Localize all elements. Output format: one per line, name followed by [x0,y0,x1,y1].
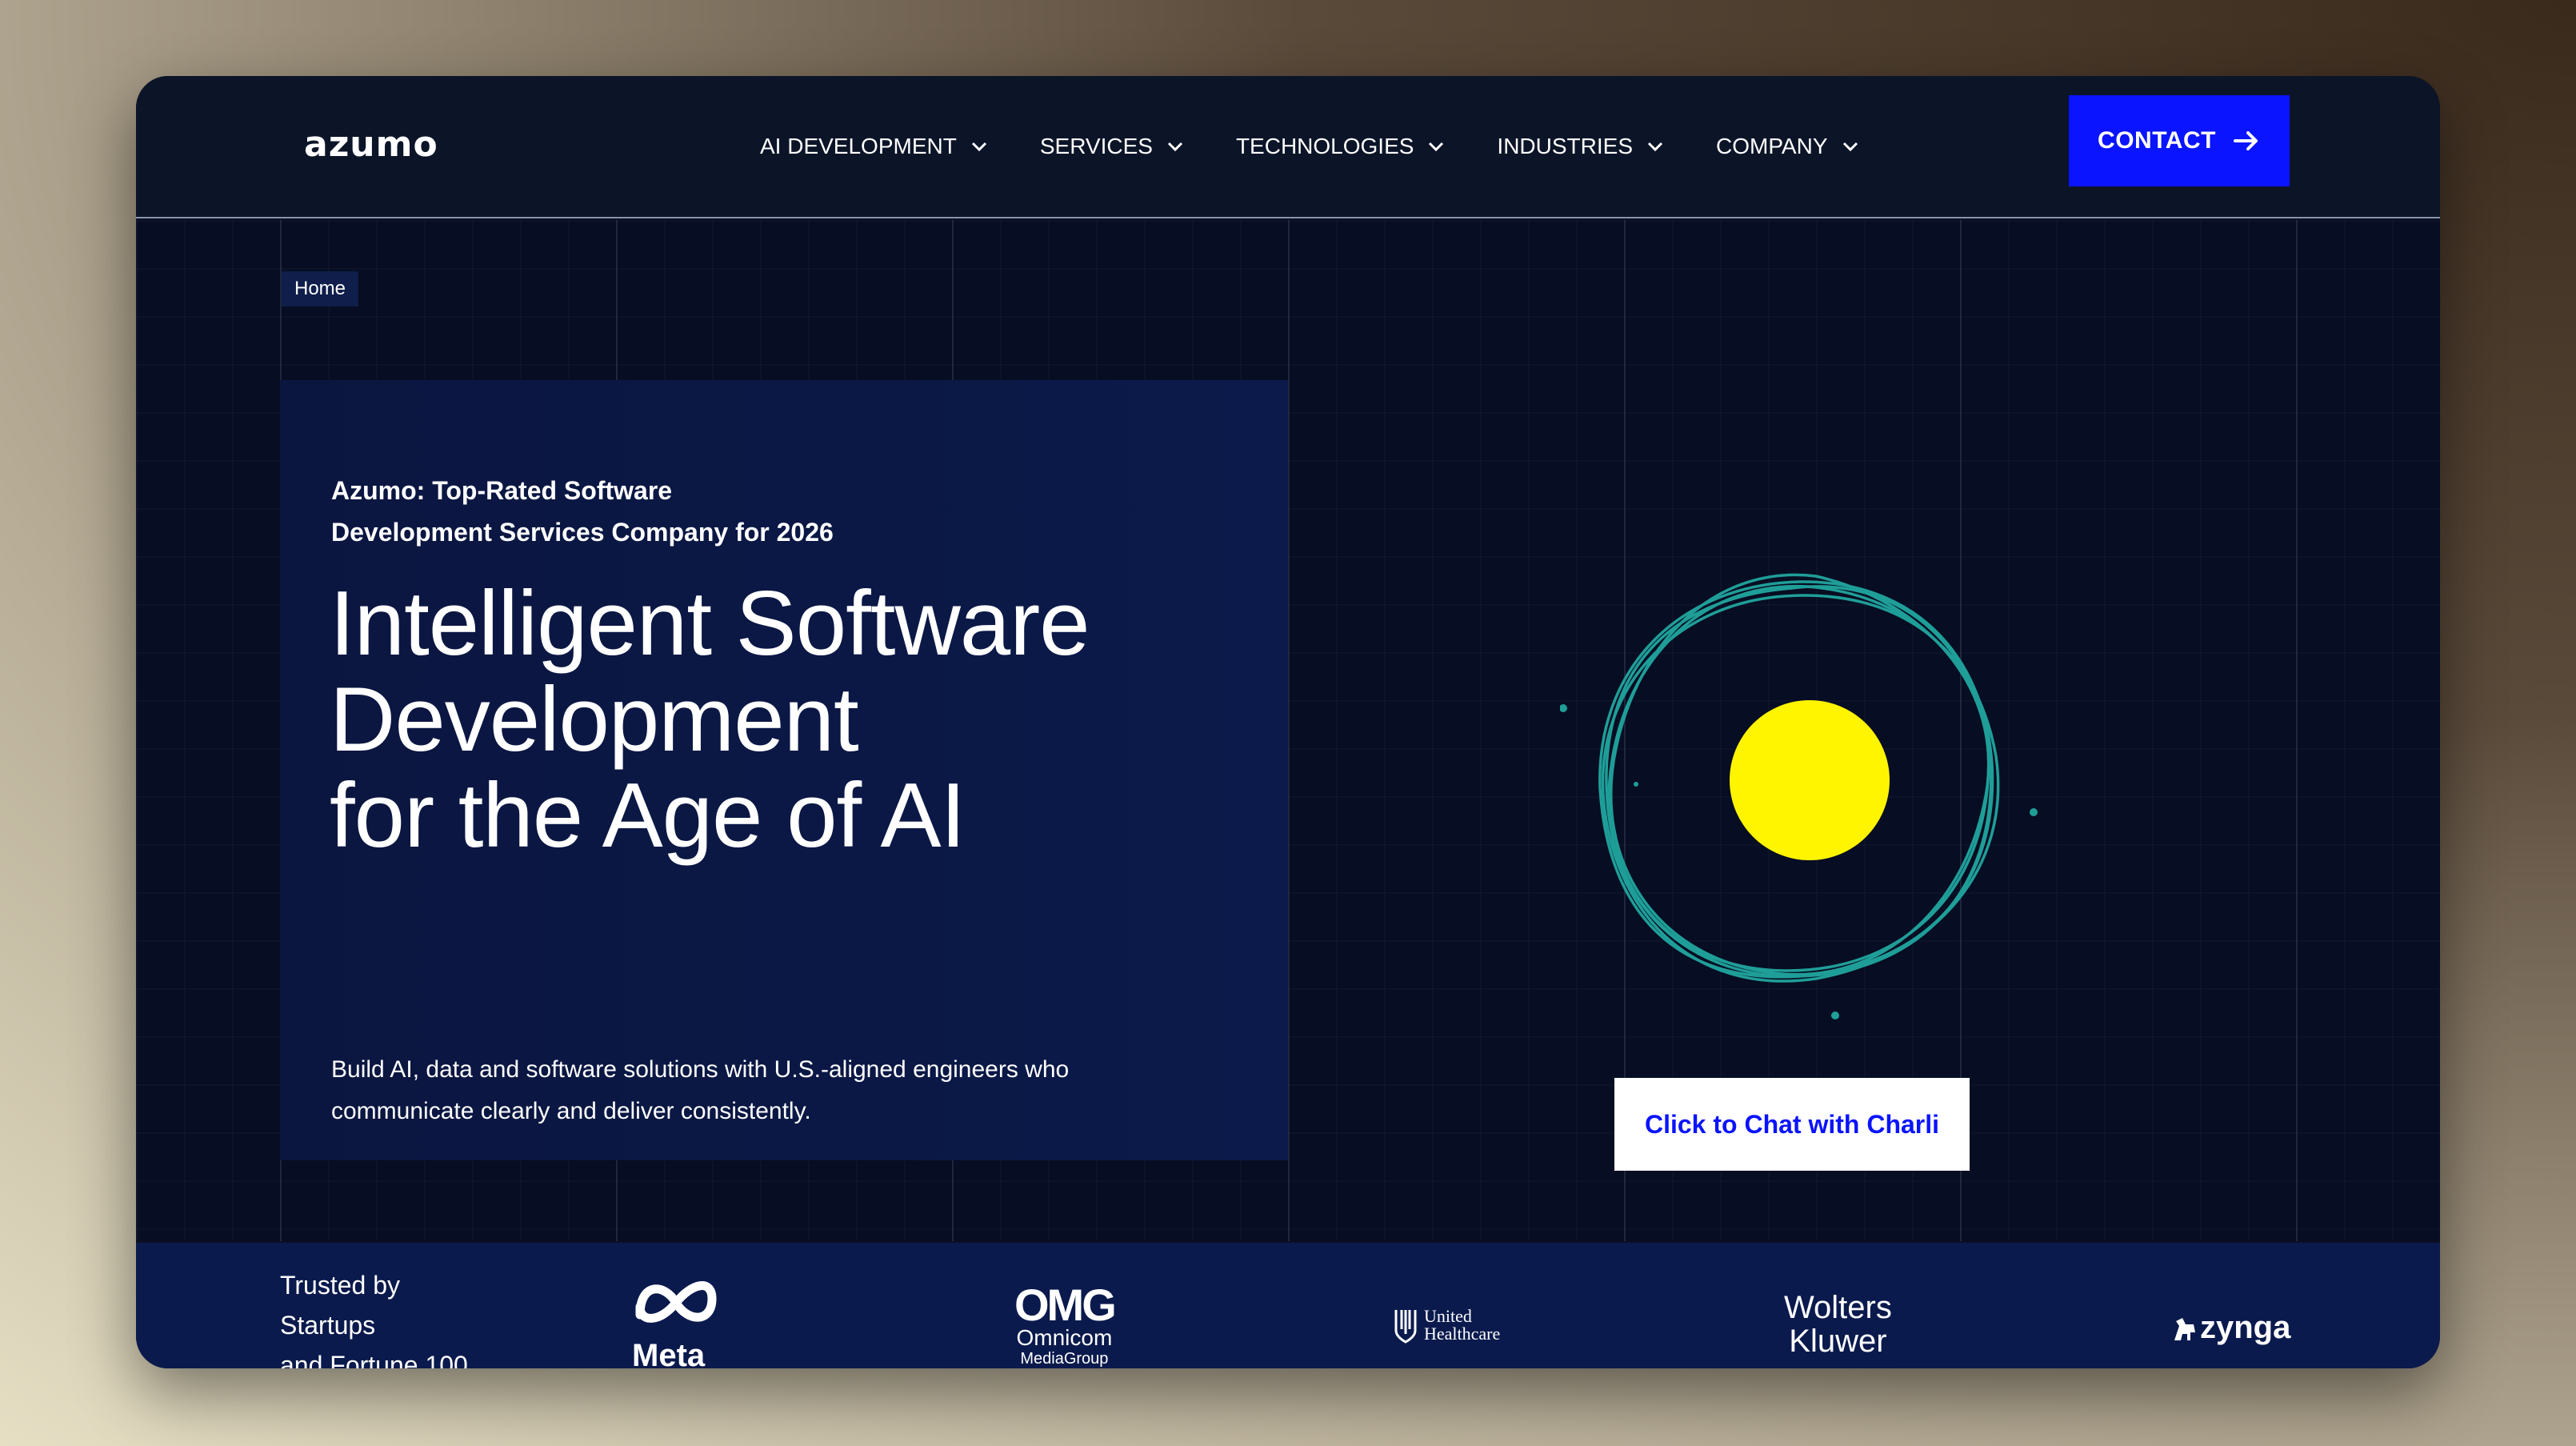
meta-logo: Meta [632,1275,744,1368]
trusted-by-strip: Trusted by Startups and Fortune 100 Meta… [136,1243,2440,1368]
contact-button[interactable]: CONTACT [2069,95,2290,186]
omg-wordmark: OMG [1014,1280,1117,1330]
hero-section: Home Azumo: Top-Rated Software Developme… [136,220,2440,1241]
nav-industries[interactable]: INDUSTRIES [1497,124,1671,169]
nav-label: INDUSTRIES [1497,134,1633,158]
grid-line [1288,220,1290,1241]
uh-line: Healthcare [1424,1324,1501,1344]
headline-line: for the Age of AI [330,765,966,867]
azumo-logo[interactable]: azumo [304,124,438,165]
omnicom-wordmark: Omnicom [1016,1325,1113,1350]
meta-wordmark: Meta [632,1338,706,1368]
nav-company[interactable]: COMPANY [1716,124,1866,169]
chevron-down-icon [1429,142,1444,152]
trust-line: and Fortune 100 [280,1351,468,1368]
chevron-down-icon [1647,142,1663,152]
hero-headline: Intelligent Software Development for the… [330,576,1210,864]
nav-services[interactable]: SERVICES [1040,124,1191,169]
uh-wordmark: United Healthcare [1424,1308,1500,1343]
chevron-down-icon [1842,142,1858,152]
eyebrow-line: Azumo: Top-Rated Software [331,476,673,505]
wolters-kluwer-logo: Wolters Kluwer [1784,1291,1892,1358]
chevron-down-icon [971,142,986,152]
wk-line: Kluwer [1789,1324,1887,1359]
nav-ai-development[interactable]: AI DEVELOPMENT [760,124,995,169]
uh-shield-icon [1394,1310,1417,1344]
breadcrumb-home[interactable]: Home [282,271,359,306]
subtext-line: Build AI, data and software solutions wi… [331,1056,1070,1083]
nav-technologies[interactable]: TECHNOLOGIES [1236,124,1452,169]
ai-orb-graphic[interactable] [1560,540,2040,1020]
united-healthcare-logo: United Healthcare [1394,1307,1500,1344]
headline-line: Development [330,669,859,771]
grid-line [2296,220,2298,1241]
meta-infinity-icon [635,1281,717,1323]
omnicom-sub: MediaGroup [1020,1350,1109,1368]
zynga-dog-icon [2174,1317,2195,1340]
trust-line: Startups [280,1311,376,1340]
zynga-logo: zynga [2173,1310,2290,1346]
hero-eyebrow: Azumo: Top-Rated Software Development Se… [331,470,971,553]
contact-label: CONTACT [2098,127,2216,154]
browser-window: azumo AI DEVELOPMENT SERVICES TECHNOLOGI… [136,76,2440,1368]
orb-core [1730,700,1890,860]
zynga-wordmark: zynga [2200,1310,2291,1345]
chevron-down-icon [1167,142,1182,152]
uh-line: United [1424,1306,1472,1326]
wk-line: Wolters [1784,1290,1892,1325]
arrow-right-icon [2233,131,2258,150]
trusted-by-label: Trusted by Startups and Fortune 100 [280,1265,520,1368]
omnicom-logo: OMG Omnicom MediaGroup [1014,1280,1117,1368]
hero-subtext: Build AI, data and software solutions wi… [331,1049,1179,1132]
trust-line: Trusted by [280,1271,400,1300]
nav-label: COMPANY [1716,134,1828,158]
nav-label: TECHNOLOGIES [1235,134,1414,158]
top-navigation-bar: azumo AI DEVELOPMENT SERVICES TECHNOLOGI… [136,76,2440,218]
subtext-line: communicate clearly and deliver consiste… [331,1098,811,1124]
main-nav: AI DEVELOPMENT SERVICES TECHNOLOGIES IND… [760,124,1911,169]
nav-label: SERVICES [1039,134,1153,158]
chat-with-charli-button[interactable]: Click to Chat with Charli [1614,1078,1970,1171]
nav-label: AI DEVELOPMENT [760,134,957,158]
eyebrow-line: Development Services Company for 2026 [331,518,834,547]
headline-line: Intelligent Software [330,573,1090,675]
